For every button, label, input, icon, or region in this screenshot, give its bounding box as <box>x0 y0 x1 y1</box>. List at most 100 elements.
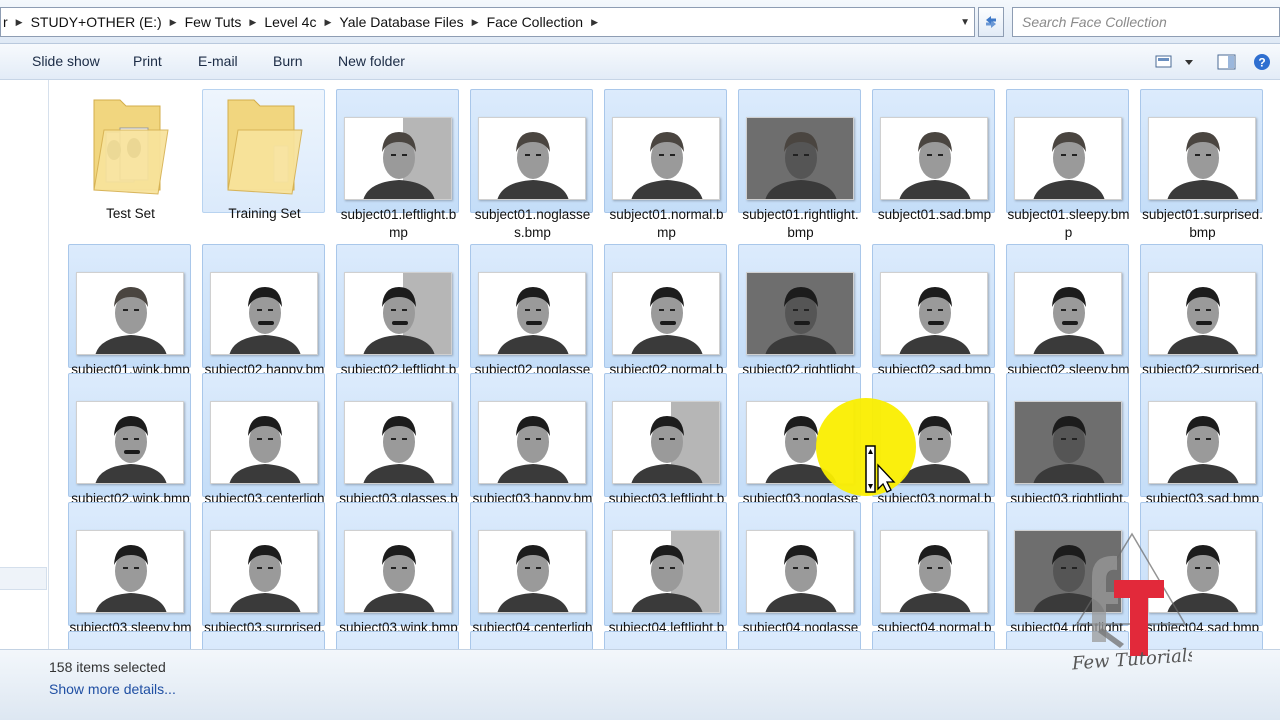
image-thumbnail <box>1014 272 1122 355</box>
search-placeholder: Search Face Collection <box>1022 14 1167 30</box>
address-dropdown-icon[interactable]: ▼ <box>960 17 970 28</box>
file-item[interactable] <box>604 631 727 649</box>
breadcrumb-item[interactable]: r ▶ <box>3 8 31 36</box>
image-thumbnail <box>344 530 452 613</box>
image-thumbnail <box>478 530 586 613</box>
file-item[interactable]: subject02.noglasses.bmp <box>470 244 593 395</box>
file-item[interactable]: subject03.rightlight.bmp <box>1006 373 1129 524</box>
file-item[interactable]: subject01.rightlight.bmp <box>738 89 861 240</box>
svg-text:?: ? <box>1258 56 1265 70</box>
file-item[interactable]: subject03.sad.bmp <box>1140 373 1263 506</box>
breadcrumb-label: Yale Database Files <box>339 14 464 30</box>
file-item[interactable] <box>336 631 459 649</box>
file-item[interactable]: subject04.centerlight.bmp <box>470 502 593 649</box>
file-item[interactable]: subject04.normal.bmp <box>872 502 995 649</box>
file-item[interactable]: subject01.surprised.bmp <box>1140 89 1263 240</box>
file-item[interactable]: subject02.happy.bmp <box>202 244 325 395</box>
chevron-right-icon[interactable]: ▶ <box>16 17 23 28</box>
svg-text:Few Tutorials: Few Tutorials <box>1070 645 1192 672</box>
file-item[interactable]: subject02.surprised.bmp <box>1140 244 1263 395</box>
file-label: subject01.sad.bmp <box>877 207 992 222</box>
image-thumbnail <box>880 117 988 200</box>
image-thumbnail <box>612 401 720 484</box>
image-thumbnail <box>210 272 318 355</box>
file-label: subject01.normal.bmp <box>609 207 724 240</box>
file-item[interactable]: subject02.wink.bmp <box>68 373 191 506</box>
file-item[interactable]: subject03.surprised.bmp <box>202 502 325 649</box>
file-item[interactable]: subject03.sleepy.bmp <box>68 502 192 649</box>
image-thumbnail <box>210 530 318 613</box>
file-label: subject01.rightlight.bmp <box>742 207 859 240</box>
file-item[interactable]: subject02.sad.bmp <box>872 244 995 377</box>
slideshow-button[interactable]: Slide show <box>32 53 100 69</box>
print-button[interactable]: Print <box>133 53 162 69</box>
views-icon[interactable] <box>1155 54 1197 70</box>
file-item[interactable] <box>470 631 593 649</box>
image-thumbnail <box>478 401 586 484</box>
breadcrumb-item[interactable]: Yale Database Files ▶ <box>339 8 486 36</box>
chevron-right-icon[interactable]: ▶ <box>324 17 331 28</box>
preview-pane-icon[interactable] <box>1217 54 1237 70</box>
file-item[interactable]: subject04.leftlight.bmp <box>604 502 727 649</box>
file-item[interactable]: subject03.glasses.bmp <box>336 373 459 524</box>
breadcrumb-label: r <box>3 14 8 30</box>
address-bar: r ▶ STUDY+OTHER (E:) ▶ Few Tuts ▶ Level 4c ▶… <box>0 0 1280 44</box>
file-item[interactable] <box>738 631 861 649</box>
file-item[interactable]: subject01.noglasses.bmp <box>470 89 593 240</box>
image-thumbnail <box>344 401 452 484</box>
chevron-right-icon[interactable]: ▶ <box>591 17 598 28</box>
search-input[interactable]: Search Face Collection <box>1012 7 1280 37</box>
file-item[interactable]: subject02.normal.bmp <box>604 244 727 395</box>
navigation-pane[interactable] <box>0 80 49 649</box>
file-item[interactable]: subject02.rightlight.bmp <box>738 244 861 395</box>
file-item[interactable]: subject01.sleepy.bmp <box>1006 89 1130 240</box>
file-item[interactable] <box>68 631 191 649</box>
file-item[interactable]: subject02.sleepy.bmp <box>1006 244 1130 395</box>
image-thumbnail <box>1148 117 1256 200</box>
breadcrumb-item[interactable]: STUDY+OTHER (E:) ▶ <box>31 8 185 36</box>
file-item[interactable]: subject03.centerlight.bmp <box>202 373 325 524</box>
folder-label: Training Set <box>228 206 301 221</box>
file-item[interactable]: subject02.leftlight.bmp <box>336 244 459 395</box>
refresh-button[interactable] <box>978 7 1004 37</box>
image-thumbnail <box>76 530 184 613</box>
chevron-right-icon[interactable]: ▶ <box>249 17 256 28</box>
file-item[interactable] <box>872 631 995 649</box>
file-item[interactable]: subject03.wink.bmp <box>336 502 459 635</box>
image-thumbnail <box>612 117 720 200</box>
image-thumbnail <box>344 272 452 355</box>
resize-cursor-icon <box>865 445 896 493</box>
chevron-right-icon[interactable]: ▶ <box>170 17 177 28</box>
breadcrumb-item[interactable]: Level 4c ▶ <box>264 8 339 36</box>
folder-item[interactable]: Training Set <box>202 89 325 221</box>
breadcrumb-label: Few Tuts <box>184 14 242 30</box>
burn-button[interactable]: Burn <box>273 53 303 69</box>
image-thumbnail <box>1014 117 1122 200</box>
breadcrumb-item[interactable]: Face Collection ▶ <box>487 8 606 36</box>
help-icon[interactable]: ? <box>1253 53 1271 71</box>
breadcrumb-label: Face Collection <box>486 14 584 30</box>
selection-count: 158 items selected <box>49 659 166 675</box>
new-folder-button[interactable]: New folder <box>338 53 405 69</box>
file-label: subject01.leftlight.bmp <box>340 207 457 240</box>
file-item[interactable]: subject03.happy.bmp <box>470 373 593 524</box>
folder-item[interactable]: Test Set <box>68 89 191 221</box>
file-item[interactable]: subject01.sad.bmp <box>872 89 995 222</box>
image-thumbnail <box>746 117 854 200</box>
refresh-icon <box>986 16 996 28</box>
file-item[interactable]: subject03.leftlight.bmp <box>604 373 727 524</box>
nav-selected-item[interactable] <box>0 567 47 590</box>
file-item[interactable]: subject04.noglasses.bmp <box>738 502 861 649</box>
image-thumbnail <box>880 272 988 355</box>
file-item[interactable]: subject01.wink.bmp <box>68 244 191 377</box>
chevron-right-icon[interactable]: ▶ <box>472 17 479 28</box>
file-item[interactable]: subject01.normal.bmp <box>604 89 727 240</box>
file-label: subject01.surprised.bmp <box>1142 207 1263 240</box>
show-more-details-link[interactable]: Show more details... <box>49 681 176 697</box>
folder-icon <box>80 90 180 205</box>
file-item[interactable]: subject01.leftlight.bmp <box>336 89 459 240</box>
breadcrumb[interactable]: r ▶ STUDY+OTHER (E:) ▶ Few Tuts ▶ Level 4c ▶… <box>0 7 975 37</box>
file-item[interactable] <box>202 631 325 649</box>
breadcrumb-item[interactable]: Few Tuts ▶ <box>185 8 265 36</box>
email-button[interactable]: E-mail <box>198 53 238 69</box>
